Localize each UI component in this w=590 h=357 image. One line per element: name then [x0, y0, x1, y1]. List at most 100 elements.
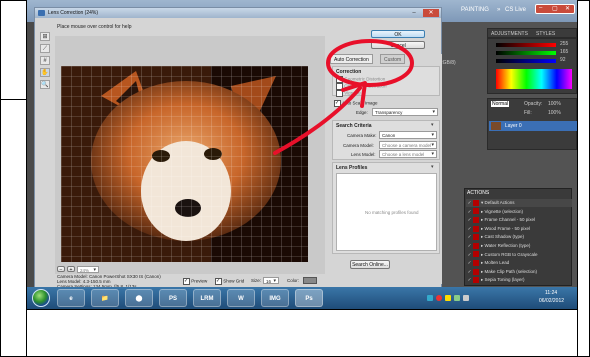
show-grid-option[interactable]: Show Grid — [215, 278, 244, 285]
dialog-title-bar[interactable]: Lens Correction (24%) – ✕ — [35, 8, 441, 18]
action-dialog-toggle-icon[interactable] — [473, 199, 479, 206]
taskbar-button-explorer-icon[interactable]: 📁 — [91, 289, 119, 307]
red-value[interactable]: 255 — [560, 41, 568, 47]
photoshop-active-icon: Ps — [305, 296, 313, 302]
search-criteria-collapse-icon[interactable]: ▾ — [431, 122, 434, 128]
action-item[interactable]: ✓ ▾ Default Actions — [466, 199, 572, 207]
action-dialog-toggle-icon[interactable] — [473, 251, 479, 258]
dialog-title: Lens Correction (24%) — [48, 10, 99, 16]
tray-icon-antivirus[interactable] — [436, 295, 442, 301]
hand-tool-icon[interactable]: ✋ — [40, 68, 50, 77]
explorer-icon: 📁 — [101, 296, 109, 302]
photoshop-icon — [38, 10, 45, 16]
minimize-icon[interactable]: – — [539, 5, 542, 11]
tray-icon-security[interactable] — [445, 295, 451, 301]
grid-color-swatch[interactable] — [303, 277, 317, 284]
actions-panel-header[interactable]: ACTIONS — [467, 190, 489, 196]
window-controls[interactable]: – ▢ ✕ — [535, 4, 575, 14]
dialog-close-icon[interactable]: ✕ — [423, 9, 439, 17]
clock-time[interactable]: 11:24 — [545, 290, 557, 296]
adjustments-panel-tabs[interactable]: ADJUSTMENTS STYLES — [487, 28, 577, 38]
styles-tab[interactable]: STYLES — [536, 31, 555, 37]
action-item[interactable]: ✓ ▸ Make Clip Path (selection) — [466, 268, 572, 276]
action-dialog-toggle-icon[interactable] — [473, 268, 479, 275]
lens-profiles-collapse-icon[interactable]: ▾ — [431, 164, 434, 170]
red-annotation-overlay — [273, 39, 414, 155]
show-grid-label: Show Grid — [223, 278, 245, 284]
taskbar-button-image-viewer-icon[interactable]: IMG — [261, 289, 289, 307]
taskbar-button-photoshop-active-icon[interactable]: Ps — [295, 289, 323, 307]
action-item[interactable]: ✓ ▸ Frame Channel - 50 pixel — [466, 216, 572, 224]
blue-slider[interactable] — [496, 59, 556, 63]
action-dialog-toggle-icon[interactable] — [473, 260, 479, 266]
lens-profiles-list[interactable]: No matching profiles found — [336, 173, 437, 251]
preview-checkbox[interactable] — [183, 278, 190, 285]
action-item[interactable]: ✓ ▸ Vignette (selection) — [466, 208, 572, 216]
show-grid-checkbox[interactable] — [215, 278, 222, 285]
zoom-out-button[interactable]: − — [57, 266, 65, 273]
red-slider[interactable] — [496, 43, 556, 47]
search-online-button[interactable]: Search Online... — [350, 260, 390, 269]
start-button[interactable] — [32, 289, 50, 307]
tray-icon-app[interactable] — [454, 295, 460, 301]
action-item[interactable]: ✓ ▸ Wood Frame - 50 pixel — [466, 225, 572, 233]
blend-mode-select[interactable]: Normal — [491, 101, 510, 107]
photoshop-icon: PS — [168, 296, 177, 302]
action-enabled-check-icon[interactable]: ✓ — [466, 233, 473, 241]
zoom-select[interactable]: 24% — [77, 266, 99, 274]
taskbar-button-photoshop-icon[interactable]: PS — [159, 289, 187, 307]
action-item[interactable]: ✓ ▸ Molten Lead — [466, 259, 572, 267]
color-ramp[interactable] — [496, 69, 572, 89]
clock-date[interactable]: 06/02/2012 — [539, 298, 564, 304]
action-enabled-check-icon[interactable]: ✓ — [466, 208, 473, 216]
action-enabled-check-icon[interactable]: ✓ — [466, 268, 473, 276]
chevron-right-icon[interactable]: » — [497, 7, 500, 13]
fill-value[interactable]: 100% — [548, 110, 561, 116]
straighten-tool-icon[interactable]: ⟋ — [40, 44, 50, 53]
zoom-tool-icon[interactable]: 🔍 — [40, 80, 50, 89]
zoom-in-button[interactable]: + — [67, 266, 75, 273]
move-grid-tool-icon[interactable]: # — [40, 56, 50, 65]
layer-name[interactable]: Layer 0 — [505, 123, 522, 129]
action-dialog-toggle-icon[interactable] — [473, 277, 479, 284]
action-item-label: Make Clip Path (selection) — [484, 268, 538, 274]
action-item[interactable]: ✓ ▸ Cast Shadow (type) — [466, 233, 572, 241]
maximize-icon[interactable]: ▢ — [552, 5, 558, 12]
action-dialog-toggle-icon[interactable] — [473, 208, 479, 215]
action-enabled-check-icon[interactable]: ✓ — [466, 251, 473, 259]
action-dialog-toggle-icon[interactable] — [473, 234, 479, 241]
action-enabled-check-icon[interactable]: ✓ — [466, 225, 473, 233]
action-dialog-toggle-icon[interactable] — [473, 217, 479, 223]
close-icon[interactable]: ✕ — [565, 5, 570, 12]
tray-icon-network[interactable] — [427, 295, 433, 301]
action-enabled-check-icon[interactable]: ✓ — [466, 242, 473, 250]
preview-option[interactable]: Preview — [183, 278, 207, 285]
taskbar-button-lrm-icon[interactable]: LRM — [193, 289, 221, 307]
workspace-label[interactable]: PAINTING — [461, 7, 489, 13]
action-enabled-check-icon[interactable]: ✓ — [466, 199, 473, 207]
action-enabled-check-icon[interactable]: ✓ — [466, 259, 473, 267]
opacity-value[interactable]: 100% — [548, 101, 561, 107]
taskbar-button-chrome-icon[interactable]: ⬤ — [125, 289, 153, 307]
chrome-icon: ⬤ — [135, 296, 143, 302]
ie-icon: e — [69, 296, 73, 302]
taskbar-button-word-icon[interactable]: W — [227, 289, 255, 307]
action-enabled-check-icon[interactable]: ✓ — [466, 216, 473, 224]
action-item[interactable]: ✓ ▸ Custom RGB to Grayscale — [466, 251, 572, 259]
layer-row[interactable]: Layer 0 — [489, 121, 577, 131]
size-field[interactable]: 16 — [263, 277, 279, 285]
action-enabled-check-icon[interactable]: ✓ — [466, 276, 473, 284]
dialog-minimize-icon[interactable]: – — [407, 9, 421, 17]
taskbar-button-ie-icon[interactable]: e — [57, 289, 85, 307]
cs-live-label[interactable]: CS Live — [505, 7, 526, 13]
adjustments-tab[interactable]: ADJUSTMENTS — [491, 31, 528, 37]
blue-value[interactable]: 92 — [560, 57, 566, 63]
remove-distortion-tool-icon[interactable]: ⊞ — [40, 32, 50, 41]
green-value[interactable]: 165 — [560, 49, 568, 55]
green-slider[interactable] — [496, 51, 556, 55]
action-dialog-toggle-icon[interactable] — [473, 242, 479, 249]
action-item[interactable]: ✓ ▸ Sepia Toning (layer) — [466, 276, 572, 284]
tray-icon-volume[interactable] — [463, 295, 469, 301]
action-item[interactable]: ✓ ▸ Water Reflection (type) — [466, 242, 572, 250]
action-dialog-toggle-icon[interactable] — [473, 225, 479, 232]
